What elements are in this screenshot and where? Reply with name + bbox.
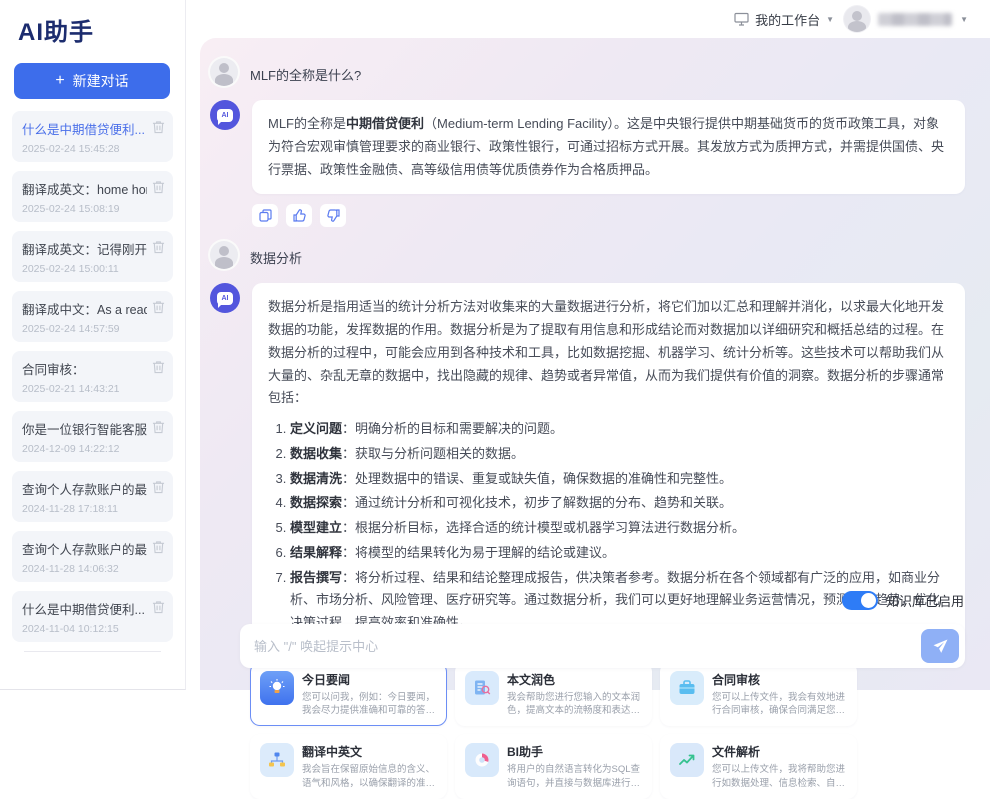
ai-avatar-icon: AI: [210, 100, 240, 130]
list-item: 结果解释：将模型的结果转化为易于理解的结论或建议。: [290, 542, 949, 565]
thumbs-down-button[interactable]: [320, 204, 346, 227]
avatar: [844, 6, 870, 32]
card-file-parse[interactable]: 文件解析 您可以上传文件，我将帮助您进行如数据处理、信息检索、自动化办公等。: [660, 734, 857, 799]
conversation-item[interactable]: 翻译成中文：As a reader... 2025-02-24 14:57:59: [12, 291, 173, 342]
trash-icon[interactable]: [152, 240, 165, 254]
paper-plane-icon: [932, 638, 949, 655]
list-item: 数据探索：通过统计分析和可视化技术，初步了解数据的分布、趋势和关联。: [290, 492, 949, 515]
trash-icon[interactable]: [152, 120, 165, 134]
ai-avatar-icon: AI: [210, 283, 240, 313]
translate-icon: [260, 743, 294, 777]
top-bar: 我的工作台 ▼ ▼: [187, 0, 990, 38]
suggestion-cards: 今日要闻 您可以问我，例如：今日要闻，我会尽力提供准确和可靠的答案。 本文润色 …: [250, 662, 862, 799]
conversation-item[interactable]: 查询个人存款账户的最新... 2024-11-28 14:06:32: [12, 531, 173, 582]
list-item: 定义问题：明确分析的目标和需要解决的问题。: [290, 418, 949, 441]
document-polish-icon: [465, 671, 499, 705]
chevron-down-icon: ▼: [826, 15, 834, 24]
trash-icon[interactable]: [152, 480, 165, 494]
trash-icon[interactable]: [152, 540, 165, 554]
card-translate[interactable]: 翻译中英文 我会旨在保留原始信息的含义、语气和风格，以确保翻译的准确性和自然流畅…: [250, 734, 447, 799]
user-menu[interactable]: ▼: [844, 6, 968, 32]
user-message: 数据分析: [210, 241, 965, 269]
user-message-text: 数据分析: [250, 241, 302, 267]
plus-icon: +: [55, 72, 64, 90]
card-text-polish[interactable]: 本文润色 我会帮助您进行您输入的文本润色，提高文本的流畅度和表达效果。: [455, 662, 652, 727]
main-area: 我的工作台 ▼ ▼ MLF的全称是什么? AI MLF的全称是中期借贷便利（Me…: [187, 0, 990, 690]
new-chat-button[interactable]: + 新建对话: [14, 63, 170, 99]
thumbs-up-icon: [293, 209, 306, 222]
list-item: 数据清洗：处理数据中的错误、重复或缺失值，确保数据的准确性和完整性。: [290, 468, 949, 491]
copy-button[interactable]: [252, 204, 278, 227]
list-item: 模型建立：根据分析目标，选择合适的统计模型或机器学习算法进行数据分析。: [290, 517, 949, 540]
card-bi-assistant[interactable]: BI助手 将用户的自然语言转化为SQL查询语句，并直接与数据库进行交互，返回智能…: [455, 734, 652, 799]
list-item: 数据收集：获取与分析问题相关的数据。: [290, 443, 949, 466]
trash-icon[interactable]: [152, 600, 165, 614]
username-redacted: [878, 13, 952, 26]
user-avatar: [210, 241, 238, 269]
message-input-bar: [240, 624, 965, 668]
monitor-icon: [734, 12, 749, 26]
send-button[interactable]: [921, 629, 959, 663]
conversation-item[interactable]: 查询个人存款账户的最新... 2024-11-28 17:18:11: [12, 471, 173, 522]
knowledge-base-toggle-group: 知识库已启用: [842, 591, 964, 610]
thumbs-up-button[interactable]: [286, 204, 312, 227]
workspace-menu[interactable]: 我的工作台 ▼: [734, 10, 834, 29]
message-input[interactable]: [254, 639, 921, 654]
conversation-list: 什么是中期借贷便利... 2025-02-24 15:45:28 翻译成英文：h…: [0, 103, 185, 652]
trash-icon[interactable]: [152, 180, 165, 194]
trash-icon[interactable]: [152, 420, 165, 434]
bulb-icon: [260, 671, 294, 705]
pie-chart-icon: [465, 743, 499, 777]
conversation-item[interactable]: 什么是中期借贷便利... 2025-02-24 15:45:28: [12, 111, 173, 162]
ai-intro-text: 数据分析是指用适当的统计分析方法对收集来的大量数据进行分析，将它们加以汇总和理解…: [268, 299, 944, 405]
chevron-down-icon: ▼: [960, 15, 968, 24]
copy-icon: [259, 209, 272, 222]
knowledge-base-toggle[interactable]: [842, 591, 878, 610]
card-today-news[interactable]: 今日要闻 您可以问我，例如：今日要闻，我会尽力提供准确和可靠的答案。: [250, 662, 447, 727]
card-contract-review[interactable]: 合同审核 您可以上传文件，我会有效地进行合同审核，确保合同满足您的业务需求。: [660, 662, 857, 727]
knowledge-base-label: 知识库已启用: [886, 591, 964, 610]
user-avatar: [210, 58, 238, 86]
ai-message: AI MLF的全称是中期借贷便利（Medium-term Lending Fac…: [210, 100, 965, 194]
conversation-item[interactable]: 你是一位银行智能客服，... 2024-12-09 14:22:12: [12, 411, 173, 462]
trend-arrow-icon: [670, 743, 704, 777]
conversation-item[interactable]: 翻译成英文：home home 2025-02-24 15:08:19: [12, 171, 173, 222]
thumbs-down-icon: [327, 209, 340, 222]
trash-icon[interactable]: [152, 300, 165, 314]
sidebar: AI助手 + 新建对话 什么是中期借贷便利... 2025-02-24 15:4…: [0, 0, 186, 690]
user-message: MLF的全称是什么?: [210, 58, 965, 86]
conversation-item[interactable]: 翻译成英文：记得刚开始... 2025-02-24 15:00:11: [12, 231, 173, 282]
conversation-item[interactable]: 什么是中期借贷便利... 2024-11-04 10:12:15: [12, 591, 173, 642]
conversation-item[interactable]: 合同审核： 2025-02-21 14:43:21: [12, 351, 173, 402]
app-logo: AI助手: [0, 0, 185, 53]
ai-message-card: MLF的全称是中期借贷便利（Medium-term Lending Facili…: [252, 100, 965, 194]
list-end-divider: [24, 651, 161, 652]
briefcase-icon: [670, 671, 704, 705]
message-actions: [252, 204, 965, 227]
trash-icon[interactable]: [152, 360, 165, 374]
chat-panel: MLF的全称是什么? AI MLF的全称是中期借贷便利（Medium-term …: [200, 38, 990, 690]
user-message-text: MLF的全称是什么?: [250, 58, 361, 84]
